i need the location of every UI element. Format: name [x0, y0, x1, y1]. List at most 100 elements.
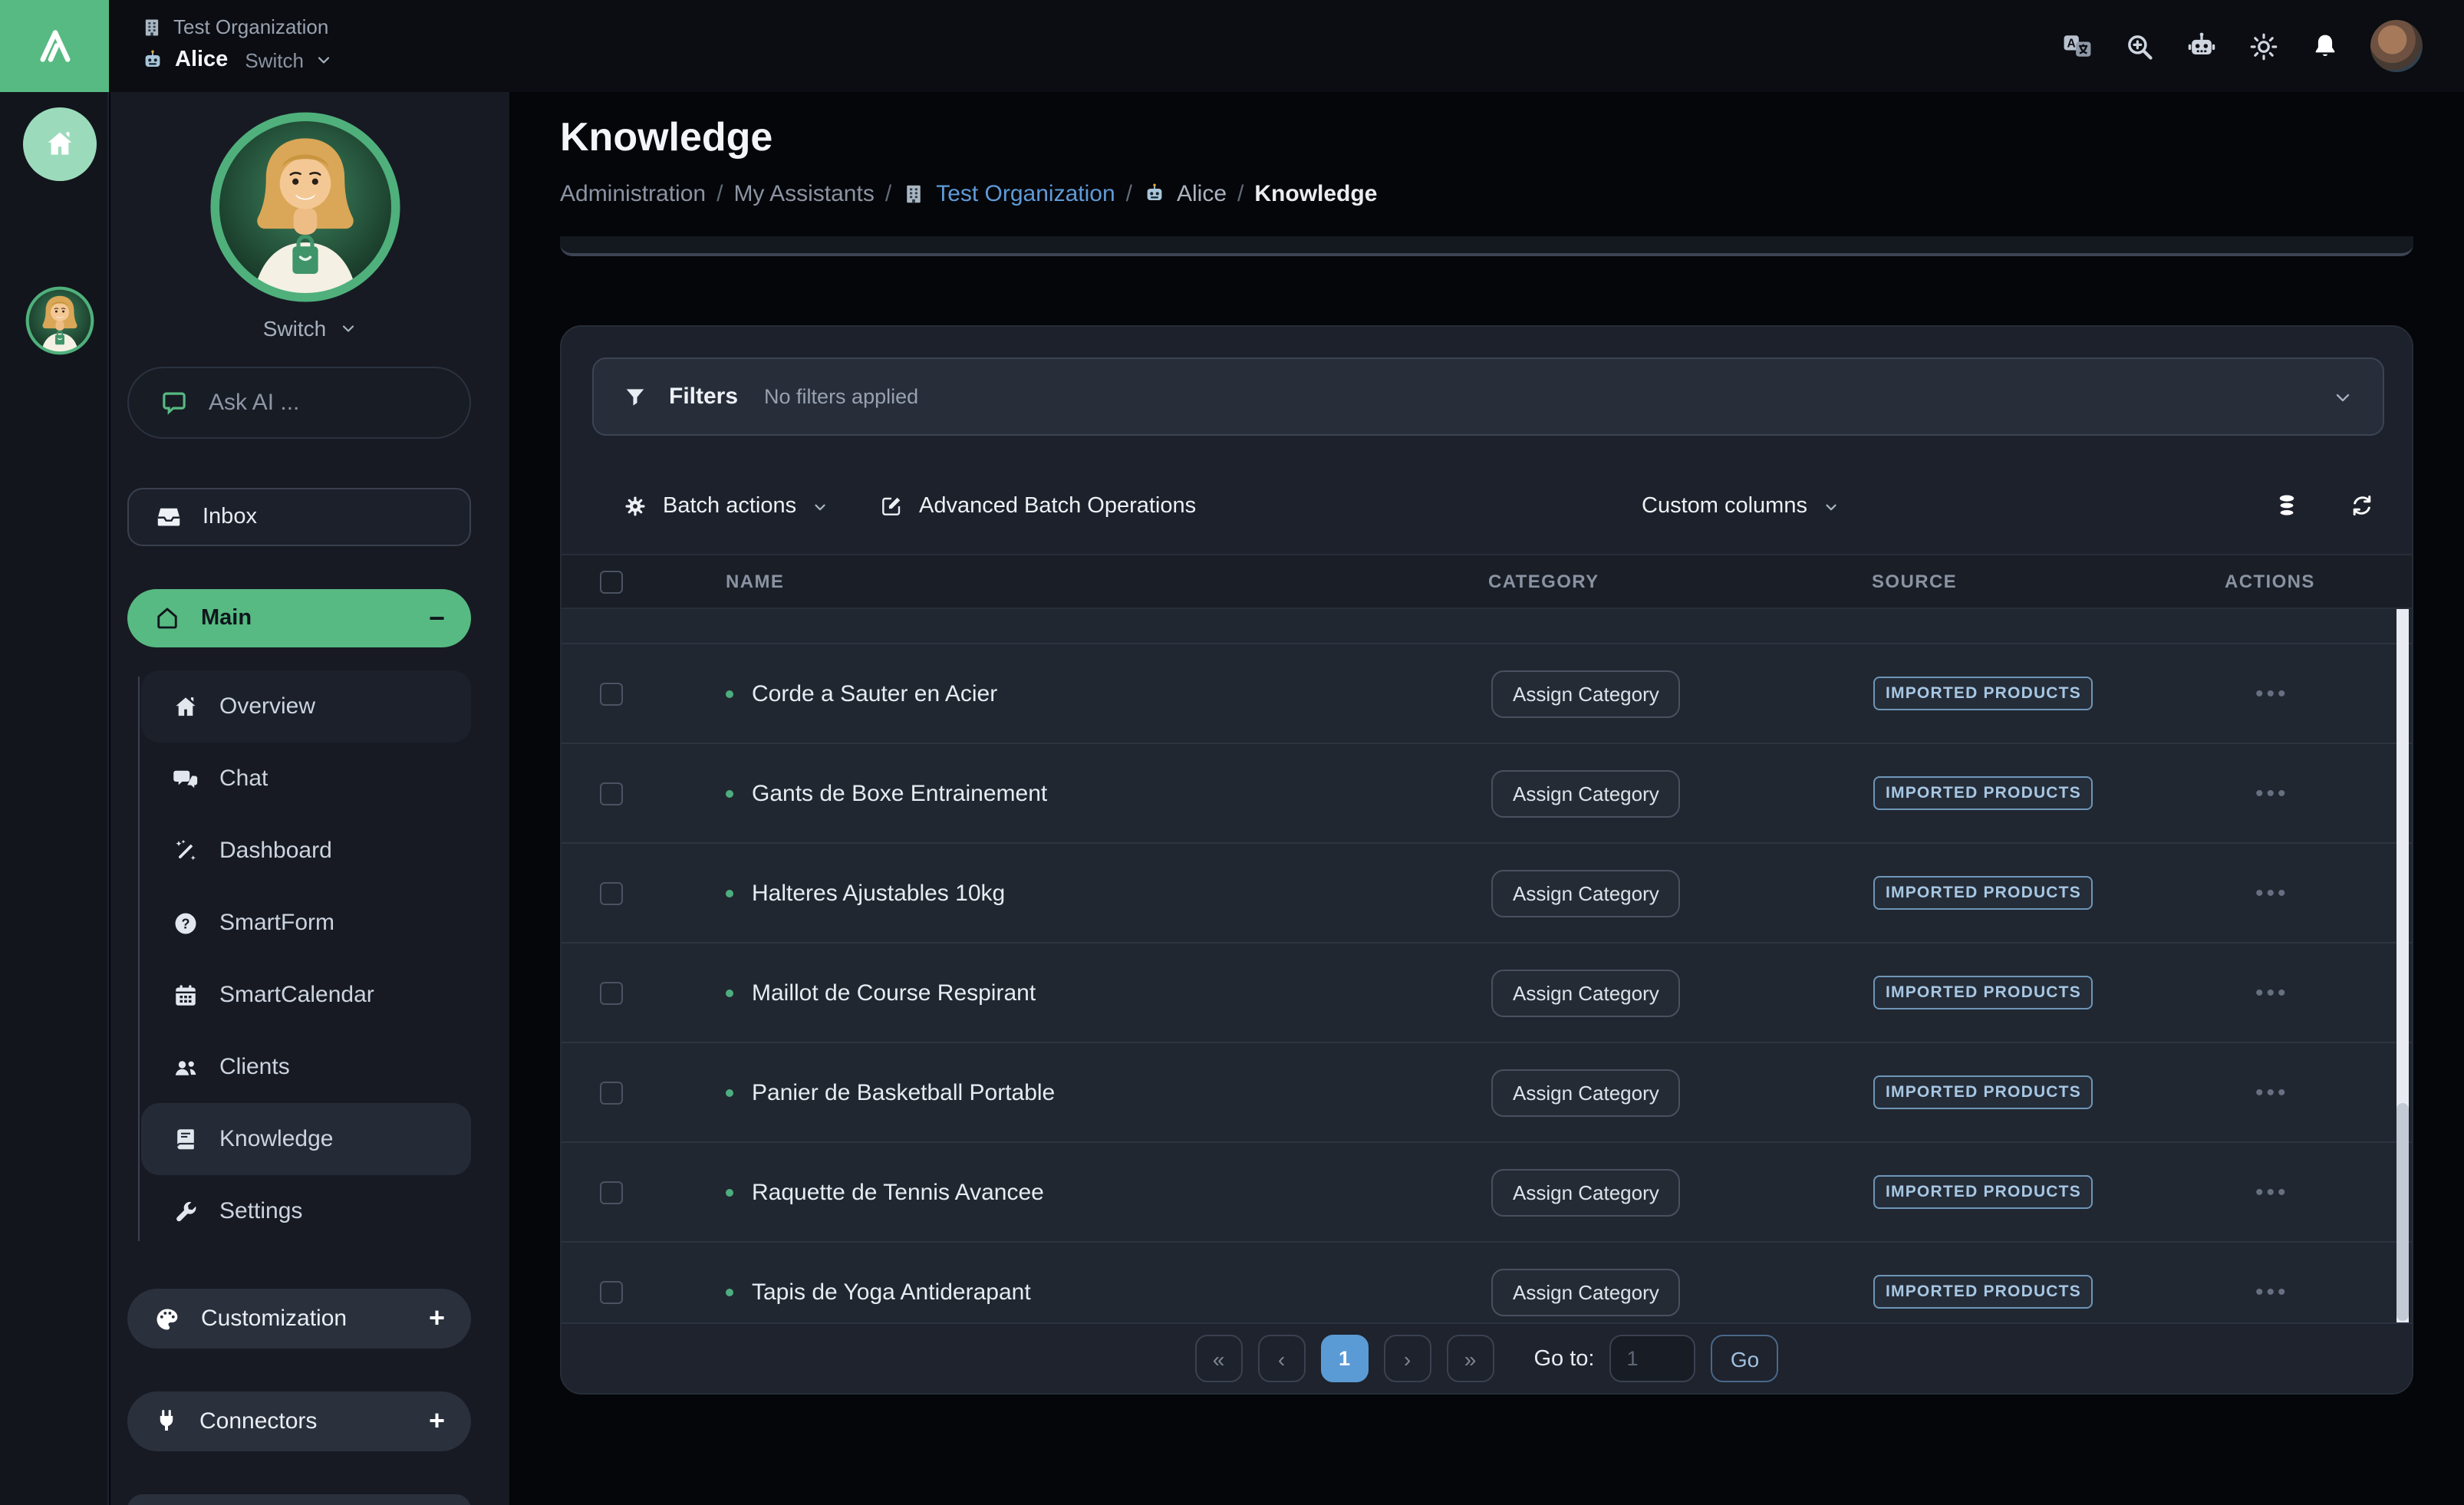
sidebar-item-smartform[interactable]: ? SmartForm — [141, 887, 471, 959]
table-row[interactable]: Gants de Boxe Entrainement Assign Catego… — [562, 744, 2412, 844]
last-page-button[interactable]: » — [1447, 1335, 1494, 1382]
row-checkbox[interactable] — [600, 1280, 623, 1303]
next-page-button[interactable]: › — [1384, 1335, 1431, 1382]
status-dot — [726, 989, 733, 996]
zoom-in-icon[interactable] — [2123, 30, 2156, 62]
sidebar-item-smartcalendar[interactable]: SmartCalendar — [141, 959, 471, 1031]
go-to-page-input[interactable] — [1610, 1335, 1696, 1382]
table-toolbar: Batch actions Advanced Batch Operations … — [623, 482, 2396, 531]
row-actions-menu[interactable]: ••• — [2225, 1079, 2412, 1105]
rail-home-button[interactable] — [23, 107, 97, 181]
assistant-row[interactable]: Alice Switch — [141, 48, 333, 72]
sun-icon[interactable] — [2248, 30, 2280, 62]
main-label: Main — [201, 606, 252, 631]
collapse-icon[interactable]: − — [429, 602, 445, 634]
table-row-partial[interactable] — [562, 609, 2412, 644]
question-circle-icon: ? — [172, 909, 199, 937]
status-dot — [726, 1088, 733, 1096]
page-1-button[interactable]: 1 — [1321, 1335, 1369, 1382]
sidebar-section-main[interactable]: Main − — [127, 589, 471, 647]
column-header-name[interactable]: NAME — [663, 571, 1488, 592]
row-name[interactable]: Raquette de Tennis Avancee — [752, 1179, 1044, 1205]
row-name[interactable]: Halteres Ajustables 10kg — [752, 880, 1005, 906]
robot-icon[interactable] — [2185, 29, 2219, 63]
row-name[interactable]: Tapis de Yoga Antiderapant — [752, 1279, 1031, 1305]
row-actions-menu[interactable]: ••• — [2225, 1279, 2412, 1305]
row-name[interactable]: Gants de Boxe Entrainement — [752, 780, 1047, 806]
row-checkbox[interactable] — [600, 1181, 623, 1204]
row-actions-menu[interactable]: ••• — [2225, 980, 2412, 1006]
row-actions-menu[interactable]: ••• — [2225, 780, 2412, 806]
table-row[interactable]: Maillot de Course Respirant Assign Categ… — [562, 944, 2412, 1043]
assign-category-button[interactable]: Assign Category — [1491, 869, 1681, 917]
breadcrumb-assistant[interactable]: Alice — [1177, 181, 1227, 207]
row-name[interactable]: Corde a Sauter en Acier — [752, 680, 997, 706]
row-name[interactable]: Panier de Basketball Portable — [752, 1079, 1055, 1105]
main-content: Knowledge Administration / My Assistants… — [509, 92, 2464, 1505]
ask-ai-input[interactable]: Ask AI ... — [127, 367, 471, 439]
prev-page-button[interactable]: ‹ — [1258, 1335, 1306, 1382]
assign-category-button[interactable]: Assign Category — [1491, 969, 1681, 1016]
table-row[interactable]: Corde a Sauter en Acier Assign Category … — [562, 644, 2412, 744]
scrollbar-thumb[interactable] — [2396, 1103, 2409, 1321]
breadcrumb-administration[interactable]: Administration — [560, 181, 706, 207]
rail-assistant-avatar[interactable] — [25, 285, 95, 356]
assign-category-button[interactable]: Assign Category — [1491, 1168, 1681, 1216]
refresh-button[interactable] — [2349, 492, 2375, 519]
translate-icon[interactable]: A — [2060, 29, 2094, 63]
table-row[interactable]: Raquette de Tennis Avancee Assign Catego… — [562, 1143, 2412, 1243]
sidebar-item-clients[interactable]: Clients — [141, 1031, 471, 1103]
row-actions-menu[interactable]: ••• — [2225, 680, 2412, 706]
filter-icon — [623, 384, 647, 409]
table-row[interactable]: Halteres Ajustables 10kg Assign Category… — [562, 844, 2412, 944]
assistant-avatar[interactable] — [207, 109, 404, 305]
sidebar-section-customization[interactable]: Customization + — [127, 1289, 471, 1349]
advanced-batch-operations-button[interactable]: Advanced Batch Operations — [879, 482, 1196, 531]
row-checkbox[interactable] — [600, 682, 623, 705]
row-checkbox[interactable] — [600, 881, 623, 904]
assign-category-button[interactable]: Assign Category — [1491, 1268, 1681, 1316]
sidebar-section-partial[interactable] — [127, 1494, 471, 1505]
table-row[interactable]: Panier de Basketball Portable Assign Cat… — [562, 1043, 2412, 1143]
column-header-category[interactable]: CATEGORY — [1488, 571, 1872, 592]
assistant-switcher[interactable]: Switch — [110, 316, 509, 341]
database-view-button[interactable] — [2274, 492, 2300, 519]
row-checkbox[interactable] — [600, 1081, 623, 1104]
user-avatar[interactable] — [2370, 20, 2423, 72]
breadcrumb-organization[interactable]: Test Organization — [936, 181, 1115, 207]
bell-icon[interactable] — [2309, 30, 2341, 62]
chevron-down-icon[interactable] — [2332, 386, 2354, 407]
sidebar-item-chat[interactable]: Chat — [141, 743, 471, 815]
batch-actions-button[interactable]: Batch actions — [623, 482, 828, 531]
plug-icon — [153, 1408, 180, 1434]
column-header-actions[interactable]: ACTIONS — [2225, 571, 2412, 592]
sidebar-section-connectors[interactable]: Connectors + — [127, 1391, 471, 1451]
row-actions-menu[interactable]: ••• — [2225, 1179, 2412, 1205]
column-header-source[interactable]: SOURCE — [1872, 571, 2225, 592]
sidebar-item-knowledge[interactable]: Knowledge — [141, 1103, 471, 1175]
row-actions-menu[interactable]: ••• — [2225, 880, 2412, 906]
assistant-switch-label[interactable]: Switch — [245, 48, 304, 71]
row-checkbox[interactable] — [600, 782, 623, 805]
breadcrumb-my-assistants[interactable]: My Assistants — [733, 181, 874, 207]
table-scrollbar[interactable] — [2396, 609, 2409, 1326]
select-all-checkbox[interactable] — [600, 570, 623, 593]
table-row[interactable]: Tapis de Yoga Antiderapant Assign Catego… — [562, 1243, 2412, 1326]
custom-columns-button[interactable]: Custom columns — [1642, 482, 1840, 531]
brand-logo[interactable] — [0, 0, 109, 92]
assign-category-button[interactable]: Assign Category — [1491, 670, 1681, 717]
filters-bar[interactable]: Filters No filters applied — [592, 357, 2384, 436]
expand-icon[interactable]: + — [429, 1405, 445, 1437]
assign-category-button[interactable]: Assign Category — [1491, 769, 1681, 817]
expand-icon[interactable]: + — [429, 1302, 445, 1335]
source-badge: IMPORTED PRODUCTS — [1873, 876, 2093, 910]
row-checkbox[interactable] — [600, 981, 623, 1004]
sidebar-item-inbox[interactable]: Inbox — [127, 488, 471, 546]
row-name[interactable]: Maillot de Course Respirant — [752, 980, 1036, 1006]
first-page-button[interactable]: « — [1195, 1335, 1243, 1382]
assign-category-button[interactable]: Assign Category — [1491, 1069, 1681, 1116]
go-button[interactable]: Go — [1711, 1335, 1779, 1382]
sidebar-item-dashboard[interactable]: Dashboard — [141, 815, 471, 887]
sidebar-item-settings[interactable]: Settings — [141, 1175, 471, 1247]
sidebar-item-overview[interactable]: Overview — [141, 670, 471, 743]
